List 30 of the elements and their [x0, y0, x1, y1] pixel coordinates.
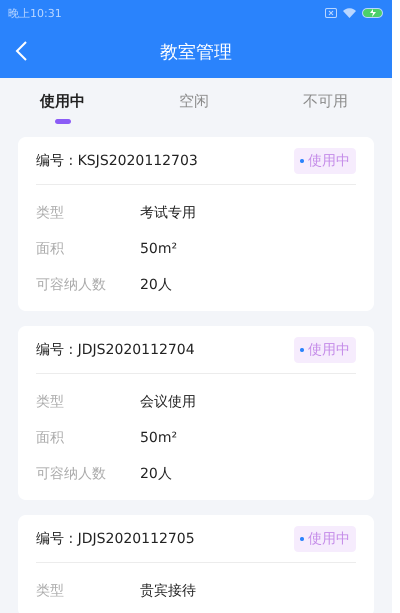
tab[interactable]: 使用中 [40, 92, 85, 124]
room-card[interactable]: 编号 : JDJS2020112705 使用中 类型 贵宾接待 [18, 515, 374, 613]
field-label: 可容纳人数 [36, 465, 107, 483]
field-label: 类型 [36, 582, 65, 600]
field-value: 20人 [140, 276, 172, 294]
field-label: 类型 [36, 393, 65, 411]
field-value: 会议使用 [140, 393, 196, 411]
room-card[interactable]: 编号 : JDJS2020112704 使用中 类型 会议使用 面积 50m² 可容纳人数 20人 [18, 326, 374, 500]
sim-icon [325, 8, 337, 18]
field-label: 面积 [36, 429, 65, 447]
field-label: 可容纳人数 [36, 276, 107, 294]
wifi-icon [343, 8, 356, 18]
field-value: 20人 [140, 465, 172, 483]
battery-icon [362, 8, 384, 18]
field-value: 贵宾接待 [140, 582, 196, 600]
status-time: 晚上10:31 [8, 6, 62, 20]
status-badge: 使用中 [294, 148, 356, 174]
status-badge: 使用中 [294, 336, 356, 362]
field-value: 50m² [140, 430, 178, 446]
field-value: 考试专用 [140, 204, 196, 222]
room-code: 编号 : JDJS2020112704 [36, 340, 195, 358]
room-code: 编号 : KSJS2020112703 [36, 152, 198, 170]
field-label: 面积 [36, 240, 65, 258]
field-label: 类型 [36, 204, 65, 222]
status-badge: 使用中 [294, 526, 356, 552]
room-card[interactable]: 编号 : KSJS2020112703 使用中 类型 考试专用 面积 50m² 可容纳人数 20人 [18, 137, 374, 311]
room-code: 编号 : JDJS2020112705 [36, 530, 195, 548]
page-title: 教室管理 [160, 41, 232, 64]
field-value: 50m² [140, 241, 178, 257]
back-button[interactable] [14, 40, 28, 62]
